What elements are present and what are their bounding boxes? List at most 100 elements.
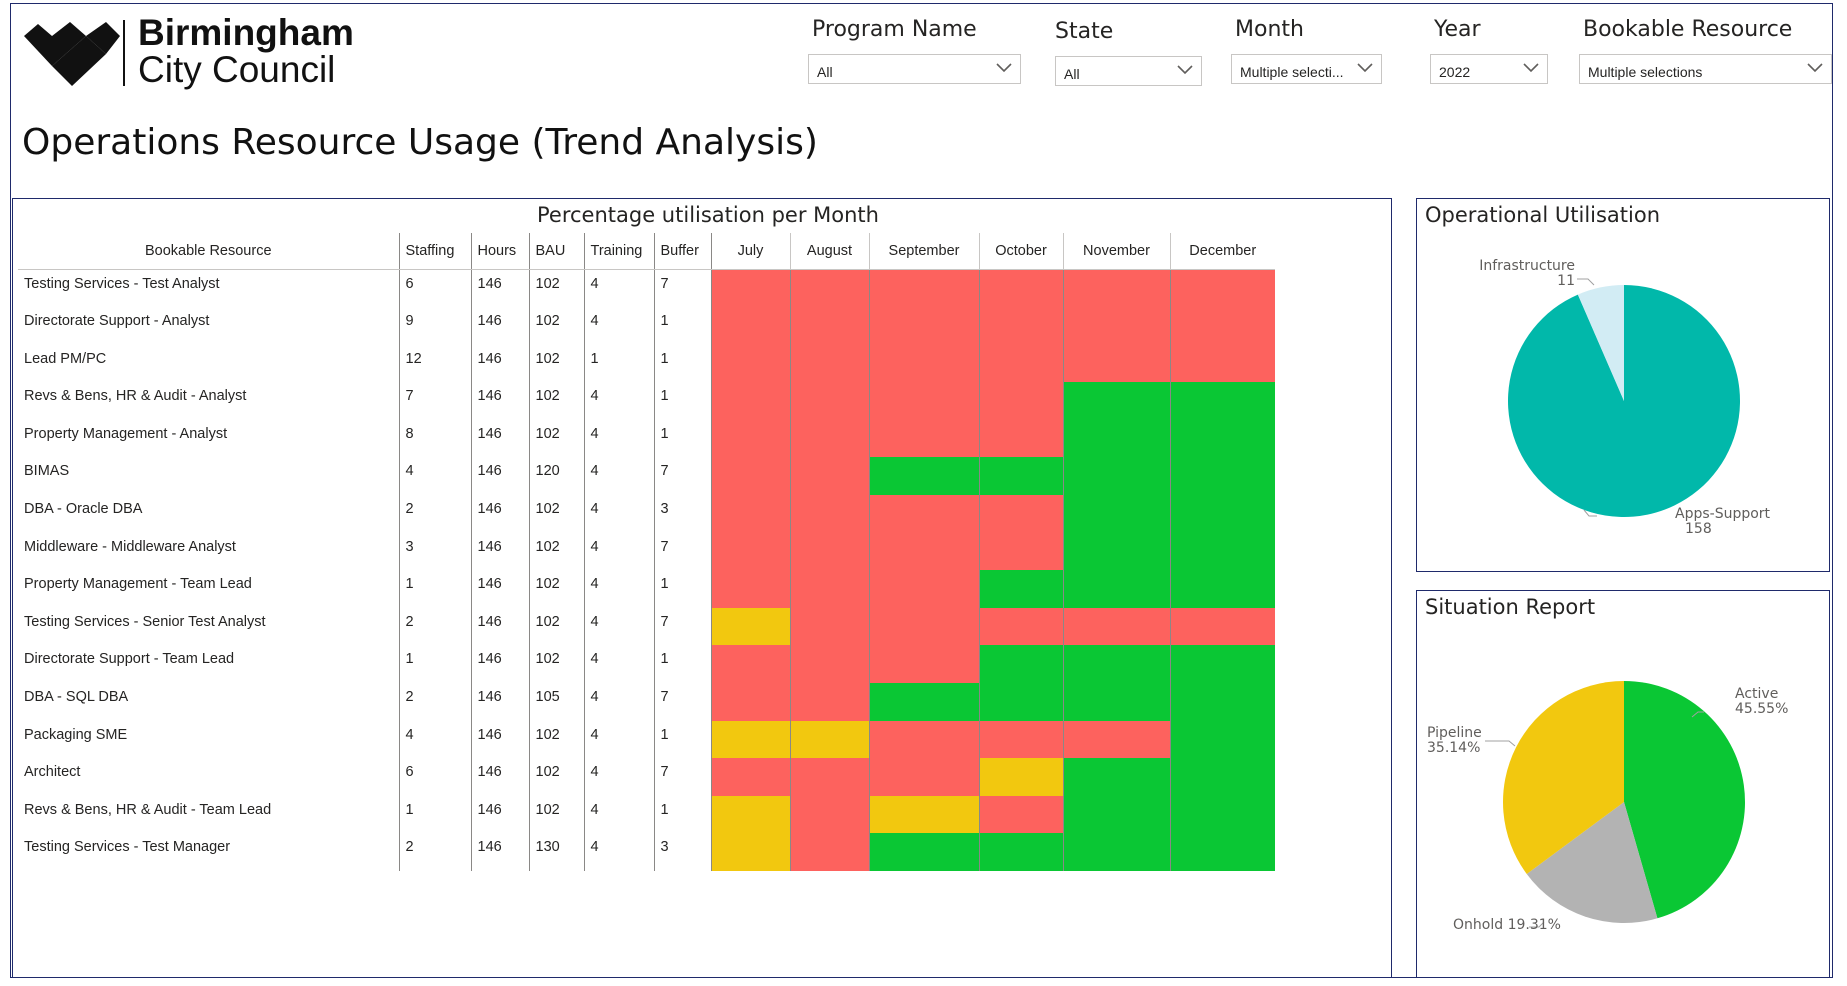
heat-cell-november[interactable] [1062, 683, 1170, 721]
heat-cell-september[interactable] [868, 344, 979, 383]
heat-cell-november[interactable] [1062, 607, 1170, 646]
table-row[interactable]: Testing Services - Test Analyst 6 146 102 4 7 [18, 269, 1275, 308]
heat-cell-november[interactable] [1062, 307, 1170, 345]
heat-cell-august[interactable] [789, 382, 869, 420]
heat-cell-october[interactable] [978, 457, 1063, 496]
heat-cell-november[interactable] [1062, 645, 1170, 684]
heat-cell-october[interactable] [978, 795, 1063, 834]
heat-cell-august[interactable] [789, 683, 869, 721]
table-row[interactable]: Directorate Support - Analyst 9 146 102 4 1 [18, 307, 1275, 345]
heat-cell-november[interactable] [1062, 720, 1170, 759]
heat-cell-september[interactable] [868, 795, 979, 834]
heat-cell-july[interactable] [710, 344, 790, 383]
heat-cell-september[interactable] [868, 683, 979, 721]
heat-cell-september[interactable] [868, 720, 979, 759]
heat-cell-july[interactable] [710, 833, 790, 871]
table-row[interactable]: Revs & Bens, HR & Audit - Team Lead 1 146 1… [18, 795, 1275, 834]
heat-cell-september[interactable] [868, 269, 979, 308]
heat-cell-october[interactable] [978, 344, 1063, 383]
heat-cell-december[interactable] [1169, 307, 1275, 345]
heat-cell-august[interactable] [789, 607, 869, 646]
heat-cell-october[interactable] [978, 382, 1063, 420]
month-header-september[interactable]: September [868, 233, 979, 270]
heat-cell-november[interactable] [1062, 382, 1170, 420]
heat-cell-september[interactable] [868, 607, 979, 646]
month-header-august[interactable]: August [789, 233, 869, 270]
heat-cell-august[interactable] [789, 495, 869, 533]
heat-cell-december[interactable] [1169, 495, 1275, 533]
heat-cell-november[interactable] [1062, 570, 1170, 608]
heat-cell-july[interactable] [710, 720, 790, 759]
heat-cell-december[interactable] [1169, 683, 1275, 721]
heat-cell-october[interactable] [978, 495, 1063, 533]
heat-cell-september[interactable] [868, 457, 979, 496]
heat-cell-july[interactable] [710, 683, 790, 721]
heat-cell-august[interactable] [789, 720, 869, 759]
heat-cell-july[interactable] [710, 382, 790, 420]
heat-cell-december[interactable] [1169, 570, 1275, 608]
heat-cell-september[interactable] [868, 645, 979, 684]
table-row[interactable]: Architect 6 146 102 4 7 [18, 758, 1275, 796]
heat-cell-november[interactable] [1062, 495, 1170, 533]
heat-cell-july[interactable] [710, 307, 790, 345]
heat-cell-october[interactable] [978, 419, 1063, 458]
heat-cell-november[interactable] [1062, 419, 1170, 458]
heat-cell-october[interactable] [978, 645, 1063, 684]
heat-cell-december[interactable] [1169, 382, 1275, 420]
heat-cell-december[interactable] [1169, 833, 1275, 871]
heat-cell-august[interactable] [789, 457, 869, 496]
month-header-october[interactable]: October [978, 233, 1063, 270]
heat-cell-july[interactable] [710, 645, 790, 684]
table-row[interactable]: BIMAS 4 146 120 4 7 [18, 457, 1275, 496]
heat-cell-october[interactable] [978, 720, 1063, 759]
column-header-buffer[interactable]: Buffer [653, 233, 711, 270]
heat-cell-december[interactable] [1169, 532, 1275, 571]
heat-cell-august[interactable] [789, 532, 869, 571]
year-dropdown[interactable]: 2022 [1430, 54, 1548, 84]
column-header-training[interactable]: Training [583, 233, 654, 270]
heat-cell-december[interactable] [1169, 419, 1275, 458]
state-dropdown[interactable]: All [1055, 56, 1202, 86]
heat-cell-september[interactable] [868, 758, 979, 796]
heat-cell-august[interactable] [789, 795, 869, 834]
heat-cell-october[interactable] [978, 833, 1063, 871]
table-row[interactable]: Packaging SME 4 146 102 4 1 [18, 720, 1275, 759]
heat-cell-july[interactable] [710, 495, 790, 533]
heat-cell-december[interactable] [1169, 720, 1275, 759]
heat-cell-november[interactable] [1062, 758, 1170, 796]
heat-cell-august[interactable] [789, 269, 869, 308]
column-header-resource[interactable]: Bookable Resource [18, 233, 399, 270]
heat-cell-december[interactable] [1169, 607, 1275, 646]
heat-cell-november[interactable] [1062, 344, 1170, 383]
table-row[interactable]: Directorate Support - Team Lead 1 146 102 4 1 [18, 645, 1275, 684]
heat-cell-december[interactable] [1169, 758, 1275, 796]
table-row[interactable]: Middleware - Middleware Analyst 3 146 102 4 7 [18, 532, 1275, 571]
heat-cell-october[interactable] [978, 758, 1063, 796]
heat-cell-august[interactable] [789, 645, 869, 684]
column-header-bau[interactable]: BAU [528, 233, 584, 270]
table-row[interactable]: Testing Services - Senior Test Analyst 2 1… [18, 607, 1275, 646]
column-header-staffing[interactable]: Staffing [398, 233, 471, 270]
heat-cell-november[interactable] [1062, 532, 1170, 571]
table-row[interactable]: Lead PM/PC 12 146 102 1 1 [18, 344, 1275, 383]
heat-cell-december[interactable] [1169, 795, 1275, 834]
heat-cell-december[interactable] [1169, 344, 1275, 383]
heat-cell-october[interactable] [978, 607, 1063, 646]
heat-cell-december[interactable] [1169, 269, 1275, 308]
heat-cell-september[interactable] [868, 570, 979, 608]
table-row[interactable]: Testing Services - Test Manager 2 146 130 4 3 [18, 833, 1275, 871]
heat-cell-july[interactable] [710, 419, 790, 458]
heat-cell-october[interactable] [978, 532, 1063, 571]
month-dropdown[interactable]: Multiple selecti... [1231, 54, 1382, 84]
heat-cell-november[interactable] [1062, 269, 1170, 308]
heat-cell-july[interactable] [710, 795, 790, 834]
heat-cell-july[interactable] [710, 607, 790, 646]
heat-cell-july[interactable] [710, 269, 790, 308]
heat-cell-november[interactable] [1062, 833, 1170, 871]
heat-cell-july[interactable] [710, 457, 790, 496]
heat-cell-september[interactable] [868, 307, 979, 345]
heat-cell-july[interactable] [710, 532, 790, 571]
heat-cell-august[interactable] [789, 570, 869, 608]
table-row[interactable]: Property Management - Analyst 8 146 102 4 1 [18, 419, 1275, 458]
heat-cell-august[interactable] [789, 758, 869, 796]
